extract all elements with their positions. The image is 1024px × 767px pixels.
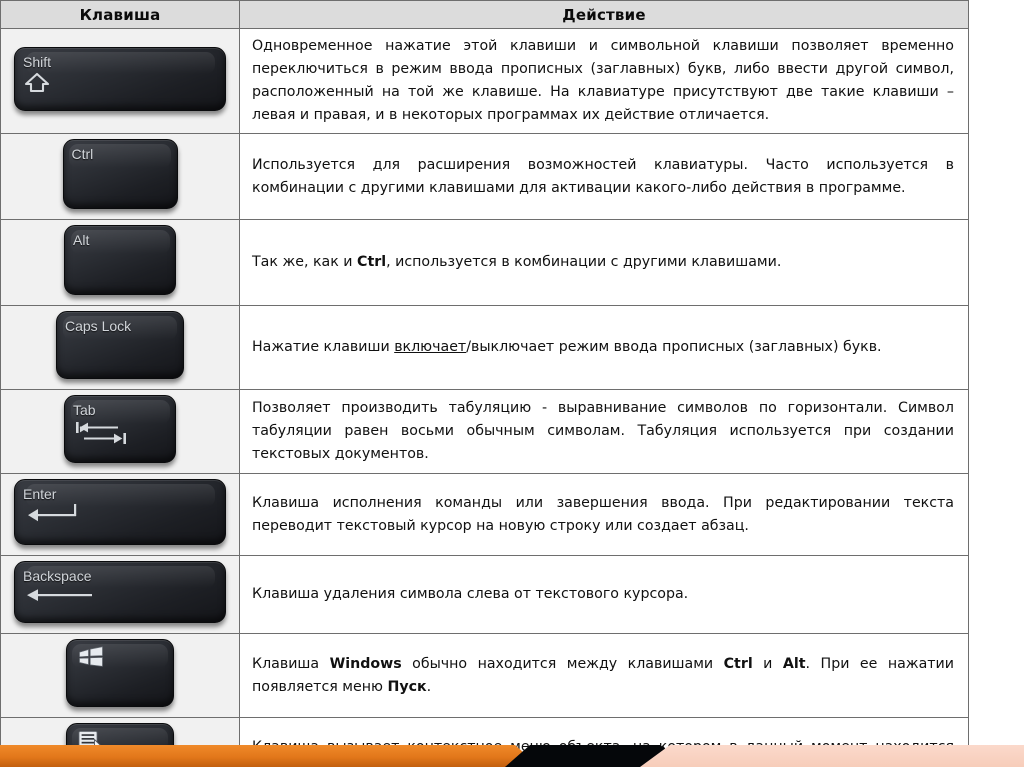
keycap-backspace[interactable]: Backspace [14,561,226,623]
keycap-shift-face: Shift [23,54,217,100]
key-cell-windows [0,633,240,718]
table-row: Caps Lock Нажатие клавиши включает/выклю… [0,305,969,390]
action-text-prefix: Так же, как и [252,254,358,270]
action-text-prefix: Нажатие клавиши [252,339,395,355]
action-cell-ctrl: Используется для расширения возможностей… [239,133,969,220]
action-cell-backspace: Клавиша удаления символа слева от тексто… [239,555,969,634]
action-text: Используется для расширения возможностей… [252,156,954,196]
keycap-label: Shift [23,53,52,70]
action-text: Клавиша удаления символа слева от тексто… [252,586,689,602]
keycap-alt[interactable]: Alt [64,225,176,295]
column-header-key: Клавиша [0,0,240,29]
shift-up-arrow-icon [24,72,50,94]
key-cell-shift: Shift [0,28,240,134]
action-cell-caps-lock: Нажатие клавиши включает/выключает режим… [239,305,969,390]
keycap-label: Ctrl [71,146,94,162]
action-text-suffix: , используется в комбинации с другими кл… [386,254,782,270]
keycap-enter[interactable]: Enter [14,479,226,545]
action-text-bold: Ctrl [357,254,387,270]
action-text: Клавиша Windows обычно находится между к… [252,653,954,699]
keycap-caps-lock-face: Caps Lock [65,318,175,368]
decor-orange-shape [0,745,540,767]
column-header-action: Действие [239,0,969,29]
keycap-windows-face [75,646,165,696]
keycap-label: Alt [73,232,90,248]
action-text-p3: и [752,655,783,672]
keycap-label: Enter [23,486,57,502]
table-header: Клавиша Действие [0,0,969,29]
keycap-label: Backspace [23,568,92,584]
action-text-b4: Пуск [387,678,427,695]
action-cell-shift: Одновременное нажатие этой клавиши и сим… [239,28,969,134]
key-cell-tab: Tab [0,389,240,474]
key-cell-alt: Alt [0,219,240,306]
keycap-tab[interactable]: Tab [64,395,176,463]
action-text-underline: включает [394,339,467,355]
keycap-shift[interactable]: Shift [14,46,226,111]
bottom-decoration-band [0,745,1024,767]
slide-page: Клавиша Действие Shift Одновременное наж… [0,0,1024,767]
tab-arrows-icon [74,420,128,446]
keycap-enter-face: Enter [23,486,217,534]
keycap-label: Tab [73,402,96,418]
table-row: Ctrl Используется для расширения возможн… [0,133,969,220]
table-row: Tab Позволяет производить табуляцию - вы… [0,389,969,474]
action-text-p5: . [426,678,432,695]
action-text: Нажатие клавиши включает/выключает режим… [252,336,954,359]
key-cell-backspace: Backspace [0,555,240,634]
table-row: Клавиша Windows обычно находится между к… [0,633,969,718]
table-row: Enter Клавиша исполнения команды или зав… [0,473,969,556]
keycap-backspace-face: Backspace [23,568,217,612]
backspace-left-arrow-icon [24,586,94,604]
keycap-ctrl[interactable]: Ctrl [62,139,178,209]
keycap-tab-face: Tab [73,402,167,452]
table-row: Shift Одновременное нажатие этой клавиши… [0,28,969,134]
action-cell-windows: Клавиша Windows обычно находится между к… [239,633,969,718]
action-cell-alt: Так же, как и Ctrl, используется в комби… [239,219,969,306]
key-cell-enter: Enter [0,473,240,556]
action-text-p1: Клавиша [252,655,330,672]
action-text: Одновременное нажатие этой клавиши и сим… [252,38,954,123]
action-cell-enter: Клавиша исполнения команды или завершени… [239,473,969,556]
keyboard-keys-table: Клавиша Действие Shift Одновременное наж… [0,0,969,767]
action-text-b3: Alt [782,655,806,672]
keycap-windows[interactable] [66,639,174,707]
table-body: Shift Одновременное нажатие этой клавиши… [0,28,969,767]
keycap-alt-face: Alt [73,232,167,284]
table-row: Alt Так же, как и Ctrl, используется в к… [0,219,969,306]
table-row: Backspace Клавиша удаления символа слева… [0,555,969,634]
keycap-caps-lock[interactable]: Caps Lock [56,311,184,379]
windows-logo-icon [77,646,105,670]
action-text-b1: Windows [329,655,402,672]
table-header-row: Клавиша Действие [0,0,969,29]
decor-pink-shape [640,745,1024,767]
action-text: Клавиша исполнения команды или завершени… [252,494,954,534]
action-text-p2: обычно находится между клавишами [401,655,724,672]
action-cell-tab: Позволяет производить табуляцию - выравн… [239,389,969,474]
action-text-suffix: /выключает режим ввода прописных (заглав… [466,339,882,355]
keycap-label: Caps Lock [65,318,132,334]
action-text: Позволяет производить табуляцию - выравн… [252,400,954,462]
key-cell-ctrl: Ctrl [0,133,240,220]
action-text-b2: Ctrl [723,655,753,672]
keycap-ctrl-face: Ctrl [72,146,169,198]
enter-return-arrow-icon [24,504,82,524]
action-text: Так же, как и Ctrl, используется в комби… [252,251,954,274]
key-cell-caps-lock: Caps Lock [0,305,240,390]
